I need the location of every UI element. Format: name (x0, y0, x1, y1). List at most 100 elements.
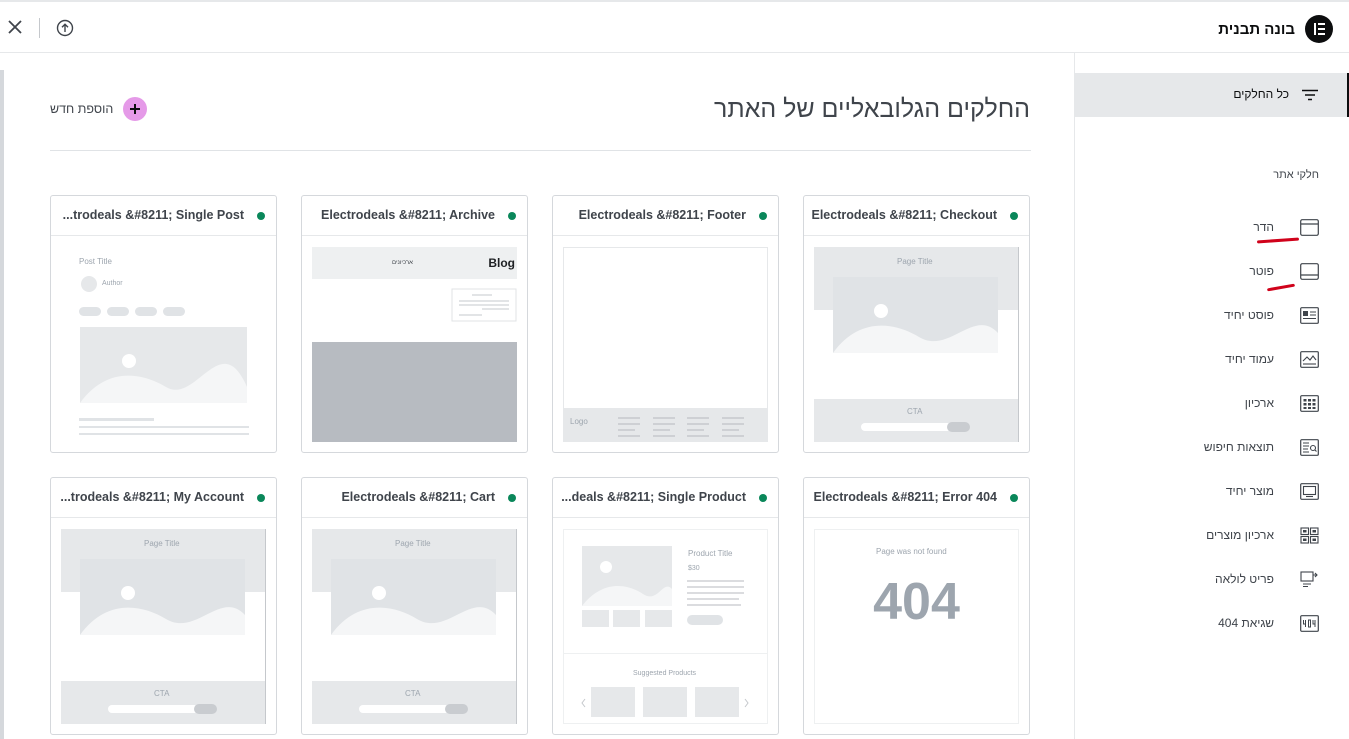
template-card[interactable]: ...trodeals &#8211; Single Post Post Tit… (50, 195, 277, 453)
brand: בונה תבנית (1218, 15, 1333, 43)
preview-archive: ארכיונים (392, 260, 413, 266)
app-title: בונה תבנית (1218, 20, 1295, 38)
section-title: חלקי אתר (1273, 169, 1319, 181)
sidebar: כל החלקים חלקי אתר הדר פוטר פוסט יחיד עמ… (1074, 53, 1349, 739)
sidebar-item-search-results[interactable]: תוצאות חיפוש (1119, 438, 1319, 458)
sidebar-item-all-parts[interactable]: כל החלקים (1075, 73, 1349, 117)
page-title: החלקים הגלובאליים של האתר (714, 95, 1030, 123)
card-title: ...deals &#8211; Single Product (561, 490, 746, 504)
loop-item-icon (1300, 571, 1318, 588)
plus-icon (123, 97, 148, 121)
status-dot (1010, 494, 1018, 502)
template-card[interactable]: ...deals &#8211; Single Product Product … (552, 477, 779, 735)
preview-blog: Blog (488, 256, 515, 270)
error-404-icon (1300, 615, 1319, 632)
single-post-icon (1300, 307, 1319, 324)
preview-suggested: Suggested Products (633, 670, 697, 677)
template-card[interactable]: Electrodeals &#8211; Footer Logo (552, 195, 779, 453)
elementor-logo-icon (1305, 15, 1333, 43)
preview-logo: Logo (570, 417, 588, 426)
single-page-icon (1300, 351, 1319, 368)
preview-not-found: Page was not found (876, 547, 947, 556)
sidebar-item-loop-item[interactable]: פריט לולאה (1119, 570, 1319, 590)
card-header: ...trodeals &#8211; My Account (51, 478, 276, 518)
preview-product-title: Product Title (688, 549, 733, 558)
card-title: ...trodeals &#8211; My Account (60, 490, 244, 504)
preview-author: Author (102, 280, 123, 287)
status-dot (1010, 212, 1018, 220)
card-header: Electrodeals &#8211; Footer (553, 196, 778, 236)
sidebar-item-single-post[interactable]: פוסט יחיד (1119, 306, 1319, 326)
sidebar-item-label: פריט לולאה (1215, 572, 1274, 586)
sidebar-item-label: הדר (1253, 220, 1274, 234)
card-header: ...trodeals &#8211; Single Post (51, 196, 276, 236)
header-divider (50, 150, 1031, 151)
sidebar-item-label: תוצאות חיפוש (1203, 440, 1274, 454)
preview-post-title: Post Title (79, 257, 112, 266)
card-header: ...deals &#8211; Single Product (553, 478, 778, 518)
preview-page-title: Page Title (395, 539, 431, 548)
sidebar-item-products-archive[interactable]: ארכיון מוצרים (1119, 526, 1319, 546)
sidebar-item-single-page[interactable]: עמוד יחיד (1119, 350, 1319, 370)
sidebar-item-header[interactable]: הדר (1119, 218, 1319, 238)
status-dot (759, 212, 767, 220)
template-card[interactable]: Electrodeals &#8211; Checkout Page Title… (803, 195, 1030, 453)
preview-cta: CTA (405, 689, 421, 698)
sidebar-item-label: שגיאת 404 (1218, 616, 1274, 630)
card-title: ...trodeals &#8211; Single Post (62, 208, 244, 222)
sidebar-item-archive[interactable]: ארכיון (1119, 394, 1319, 414)
status-dot (257, 494, 265, 502)
template-card[interactable]: Electrodeals &#8211; Cart Page Title CTA (301, 477, 528, 735)
card-header: Electrodeals &#8211; Error 404 (804, 478, 1029, 518)
sidebar-item-label: מוצר יחיד (1225, 484, 1274, 498)
card-title: Electrodeals &#8211; Cart (341, 490, 495, 504)
preview-page-title: Page Title (144, 539, 180, 548)
add-new-label: הוספת חדש (50, 102, 114, 116)
sidebar-item-label: ארכיון מוצרים (1206, 528, 1274, 542)
card-title: Electrodeals &#8211; Checkout (811, 208, 998, 222)
sidebar-item-label: פוטר (1249, 264, 1274, 278)
sidebar-item-label: עמוד יחיד (1225, 352, 1274, 366)
toolbar-divider (39, 18, 40, 38)
template-preview (563, 529, 768, 724)
upload-icon[interactable] (56, 19, 74, 37)
template-preview (79, 276, 249, 435)
sidebar-item-error-404[interactable]: שגיאת 404 (1119, 614, 1319, 634)
status-dot (759, 494, 767, 502)
preview-price: $30 (688, 565, 700, 572)
sidebar-item-footer[interactable]: פוטר (1119, 262, 1319, 282)
add-new-button[interactable]: הוספת חדש (50, 97, 148, 121)
preview-page-title: Page Title (897, 257, 933, 266)
header-icon (1300, 219, 1319, 236)
footer-icon (1300, 263, 1319, 280)
template-preview (563, 247, 768, 442)
preview-404: 404 (873, 573, 960, 631)
sidebar-item-label: ארכיון (1244, 396, 1274, 410)
products-archive-icon (1300, 527, 1319, 544)
card-header: Electrodeals &#8211; Checkout (804, 196, 1029, 236)
template-card[interactable]: ...trodeals &#8211; My Account Page Titl… (50, 477, 277, 735)
annotation-underline (1266, 283, 1296, 292)
status-dot (508, 494, 516, 502)
top-bar: בונה תבנית (0, 0, 1349, 53)
status-dot (508, 212, 516, 220)
sidebar-item-single-product[interactable]: מוצר יחיד (1119, 482, 1319, 502)
card-title: Electrodeals &#8211; Archive (321, 208, 495, 222)
filter-icon (1302, 89, 1318, 101)
template-preview (312, 247, 517, 442)
preview-cta: CTA (907, 407, 923, 416)
all-parts-label: כל החלקים (1233, 87, 1289, 101)
annotation-underline (1256, 237, 1300, 244)
status-dot (257, 212, 265, 220)
close-icon[interactable] (6, 18, 24, 36)
template-card[interactable]: Electrodeals &#8211; Archive Blog ארכיונ… (301, 195, 528, 453)
card-title: Electrodeals &#8211; Error 404 (813, 490, 997, 504)
archive-icon (1300, 395, 1319, 412)
card-title: Electrodeals &#8211; Footer (578, 208, 746, 222)
main-content: החלקים הגלובאליים של האתר הוספת חדש Elec… (4, 53, 1074, 739)
template-card[interactable]: Electrodeals &#8211; Error 404 Page was … (803, 477, 1030, 735)
preview-cta: CTA (154, 689, 170, 698)
single-product-icon (1300, 483, 1319, 500)
search-results-icon (1300, 439, 1319, 456)
card-header: Electrodeals &#8211; Archive (302, 196, 527, 236)
